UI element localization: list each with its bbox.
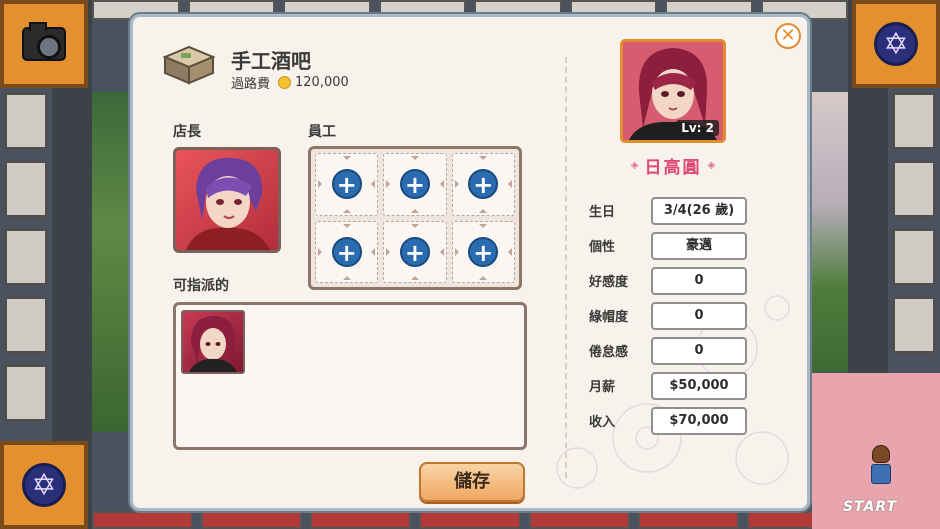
stat-label: 綠帽度 [589,310,629,325]
board-tile [4,228,48,286]
board-scenery-right [812,92,848,372]
start-label: START [842,499,898,515]
board-tile [4,296,48,354]
staff-slot[interactable]: + [451,153,515,216]
board-tile [4,92,48,150]
stat-row-personality: 個性 豪邁 [589,228,749,263]
manager-avatar [186,157,270,250]
stat-value: 0 [651,266,747,295]
shop-management-dialog: ✕ 手工酒吧 過路費 120,000 店長 員工 + + + + + + 可指派… [130,14,810,511]
character-name: 日高圓 [644,158,702,178]
board-tile [892,228,936,286]
assignable-label: 可指派的 [173,278,229,294]
plus-icon[interactable]: + [331,169,362,200]
stat-label: 收入 [589,415,616,430]
diamond-icon: ◈ [707,160,716,171]
camera-button[interactable] [0,0,88,88]
coin-icon [278,76,292,89]
board-corner-top-right: ✡ [852,0,940,88]
assignable-list [173,302,527,450]
stat-label: 好感度 [589,275,629,290]
plus-icon[interactable]: + [399,169,430,200]
board-tile [892,296,936,354]
board-tile [528,511,630,529]
stat-row-affection: 好感度 0 [589,263,749,298]
board-tile [201,511,303,529]
toll-label: 過路費 [231,77,271,92]
board-tile [4,160,48,218]
board-tile [419,511,521,529]
stat-value: 3/4(26 歲) [651,196,747,225]
close-button[interactable]: ✕ [775,23,801,49]
save-button[interactable]: 儲存 [419,462,525,502]
character-level: Lv: 2 [676,120,719,136]
diamond-icon: ◈ [630,160,639,171]
shop-building-icon [162,45,216,85]
shop-name: 手工酒吧 [231,49,311,73]
hexagram-icon: ✡ [22,463,66,507]
stat-value: $70,000 [651,406,747,435]
staff-slot[interactable]: + [451,220,515,283]
plus-icon[interactable]: + [331,236,362,267]
camera-icon [22,22,66,61]
plus-icon[interactable]: + [468,169,499,200]
assignable-character-card[interactable] [181,310,245,374]
board-scenery-left [92,92,128,432]
assignable-avatar [189,316,237,372]
manager-label: 店長 [173,124,201,140]
staff-label: 員工 [308,124,336,140]
board-tile [637,511,739,529]
board-tile [892,160,936,218]
staff-slot[interactable]: + [383,220,447,283]
toll-row: 過路費 120,000 [231,73,349,92]
staff-slot[interactable]: + [315,153,379,216]
stat-value: 0 [651,301,747,330]
toll-amount: 120,000 [295,75,349,90]
board-tile [892,92,936,150]
stat-row-cuckold: 綠帽度 0 [589,298,749,333]
stat-value: 豪邁 [651,231,747,260]
board-tile [92,511,194,529]
board-tiles-right [892,92,936,354]
manager-portrait[interactable] [173,147,281,253]
character-name-row: ◈ 日高圓 ◈ [603,153,743,178]
start-label-area: START [818,475,922,515]
stat-row-salary: 月薪 $50,000 [589,368,749,403]
stat-row-income: 收入 $70,000 [589,403,749,438]
staff-slot[interactable]: + [383,153,447,216]
character-portrait: Lv: 2 [620,39,726,143]
board-tile [310,511,412,529]
stat-label: 月薪 [589,380,616,395]
close-icon: ✕ [780,25,796,46]
character-stats: 生日 3/4(26 歲) 個性 豪邁 好感度 0 綠帽度 0 倦怠感 0 月薪 … [589,193,749,438]
stat-row-fatigue: 倦怠感 0 [589,333,749,368]
plus-icon[interactable]: + [468,236,499,267]
stat-label: 生日 [589,205,616,220]
plus-icon[interactable]: + [399,236,430,267]
hexagram-icon: ✡ [874,22,918,66]
stat-label: 倦怠感 [589,345,629,360]
staff-slot[interactable]: + [315,220,379,283]
board-tile [4,364,48,422]
board-corner-bottom-left: ✡ [0,441,88,529]
stat-value: $50,000 [651,371,747,400]
board-tiles-bottom [92,511,848,529]
board-tiles-left [4,92,48,422]
stat-row-birthday: 生日 3/4(26 歲) [589,193,749,228]
stat-label: 個性 [589,240,616,255]
stat-value: 0 [651,336,747,365]
staff-slot-grid: + + + + + + [308,146,522,290]
